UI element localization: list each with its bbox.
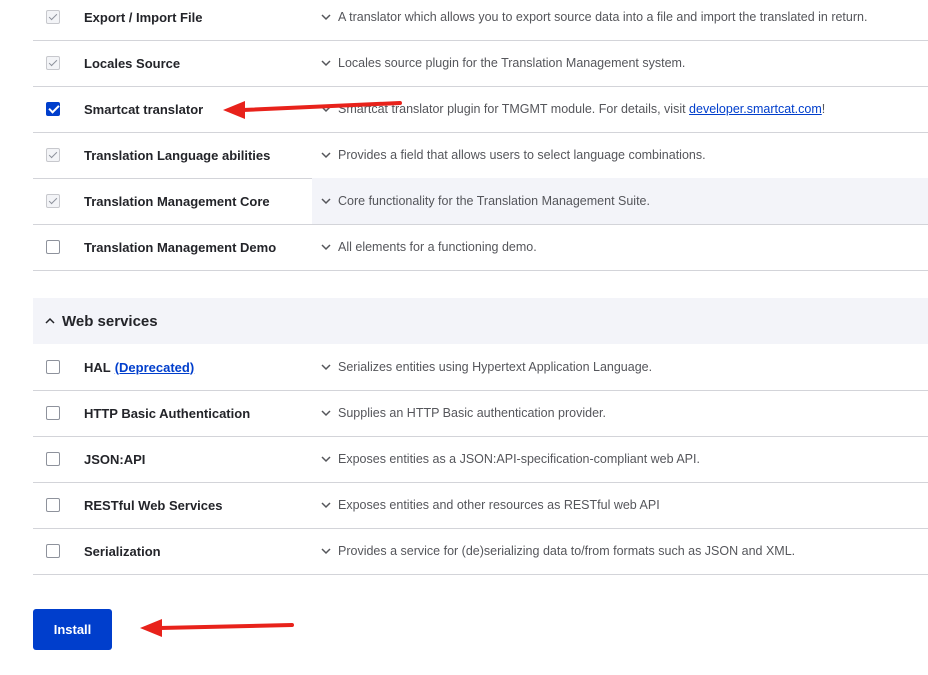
- install-button[interactable]: Install: [33, 609, 112, 650]
- module-checkbox: [46, 148, 60, 162]
- module-description-toggle[interactable]: A translator which allows you to export …: [312, 0, 928, 40]
- module-description: Serializes entities using Hypertext Appl…: [338, 360, 653, 374]
- module-description: Provides a service for (de)serializing d…: [338, 544, 796, 558]
- chevron-down-icon: [321, 364, 331, 371]
- module-row-http-basic-auth: HTTP Basic Authentication Supplies an HT…: [33, 390, 928, 437]
- chevron-down-icon: [321, 502, 331, 509]
- module-description-toggle[interactable]: Provides a service for (de)serializing d…: [312, 528, 928, 574]
- module-row-locales-source: Locales Source Locales source plugin for…: [33, 40, 928, 87]
- module-description-toggle[interactable]: Serializes entities using Hypertext Appl…: [312, 344, 928, 390]
- module-checkbox: [46, 194, 60, 208]
- module-row-hal: HAL (Deprecated) Serializes entities usin…: [33, 344, 928, 391]
- module-description-toggle[interactable]: Exposes entities as a JSON:API-specifica…: [312, 436, 928, 482]
- chevron-down-icon: [321, 410, 331, 417]
- deprecated-link[interactable]: (Deprecated): [115, 360, 194, 375]
- module-row-restful-web-services: RESTful Web Services Exposes entities an…: [33, 482, 928, 529]
- module-description: Exposes entities as a JSON:API-specifica…: [338, 452, 700, 466]
- section-header-web-services[interactable]: Web services: [33, 298, 928, 344]
- chevron-down-icon: [321, 60, 331, 67]
- chevron-down-icon: [321, 152, 331, 159]
- module-description: Exposes entities and other resources as …: [338, 498, 660, 512]
- module-description: Core functionality for the Translation M…: [338, 194, 650, 208]
- module-name: HAL (Deprecated): [84, 359, 195, 375]
- developer-smartcat-link[interactable]: developer.smartcat.com: [689, 102, 822, 116]
- module-description: A translator which allows you to export …: [338, 10, 868, 24]
- module-row-serialization: Serialization Provides a service for (de…: [33, 528, 928, 575]
- module-description-toggle[interactable]: Core functionality for the Translation M…: [312, 178, 928, 224]
- chevron-down-icon: [321, 244, 331, 251]
- module-checkbox[interactable]: [46, 544, 60, 558]
- module-row-export-import: Export / Import File A translator which …: [33, 0, 928, 41]
- module-checkbox[interactable]: [46, 360, 60, 374]
- module-description: Supplies an HTTP Basic authentication pr…: [338, 406, 606, 420]
- module-name: JSON:API: [84, 451, 146, 467]
- module-name: HTTP Basic Authentication: [84, 405, 251, 421]
- module-description-toggle[interactable]: Locales source plugin for the Translatio…: [312, 40, 928, 86]
- annotation-arrow-smartcat: [223, 101, 402, 119]
- module-description-toggle[interactable]: Exposes entities and other resources as …: [312, 482, 928, 528]
- module-name: Export / Import File: [84, 9, 203, 25]
- module-checkbox[interactable]: [46, 240, 60, 254]
- module-row-translation-management-core: Translation Management Core Core functio…: [33, 178, 928, 225]
- module-checkbox[interactable]: [46, 452, 60, 466]
- module-row-jsonapi: JSON:API Exposes entities as a JSON:API-…: [33, 436, 928, 483]
- module-description-toggle[interactable]: Provides a field that allows users to se…: [312, 132, 928, 178]
- module-name: Translation Management Demo: [84, 239, 277, 255]
- module-checkbox[interactable]: [46, 102, 60, 116]
- module-name: Translation Language abilities: [84, 147, 271, 163]
- chevron-down-icon: [321, 14, 331, 21]
- chevron-down-icon: [321, 456, 331, 463]
- module-checkbox: [46, 56, 60, 70]
- module-checkbox[interactable]: [46, 406, 60, 420]
- module-row-translation-management-demo: Translation Management Demo All elements…: [33, 224, 928, 271]
- module-checkbox: [46, 10, 60, 24]
- chevron-up-icon: [45, 317, 55, 324]
- module-row-smartcat: Smartcat translator Smartcat translator …: [33, 86, 928, 133]
- module-description: Locales source plugin for the Translatio…: [338, 56, 686, 70]
- module-row-translation-language-abilities: Translation Language abilities Provides …: [33, 132, 928, 179]
- module-checkbox[interactable]: [46, 498, 60, 512]
- module-description: Provides a field that allows users to se…: [338, 148, 706, 162]
- chevron-down-icon: [321, 198, 331, 205]
- module-description: All elements for a functioning demo.: [338, 240, 537, 254]
- module-name: Locales Source: [84, 55, 181, 71]
- module-name: Serialization: [84, 543, 161, 559]
- module-description-toggle[interactable]: Supplies an HTTP Basic authentication pr…: [312, 390, 928, 436]
- annotation-arrow-install: [140, 619, 294, 637]
- module-name: Translation Management Core: [84, 193, 270, 209]
- chevron-down-icon: [321, 548, 331, 555]
- section-title: Web services: [62, 312, 158, 330]
- module-name: RESTful Web Services: [84, 497, 223, 513]
- module-description-toggle[interactable]: All elements for a functioning demo.: [312, 224, 928, 270]
